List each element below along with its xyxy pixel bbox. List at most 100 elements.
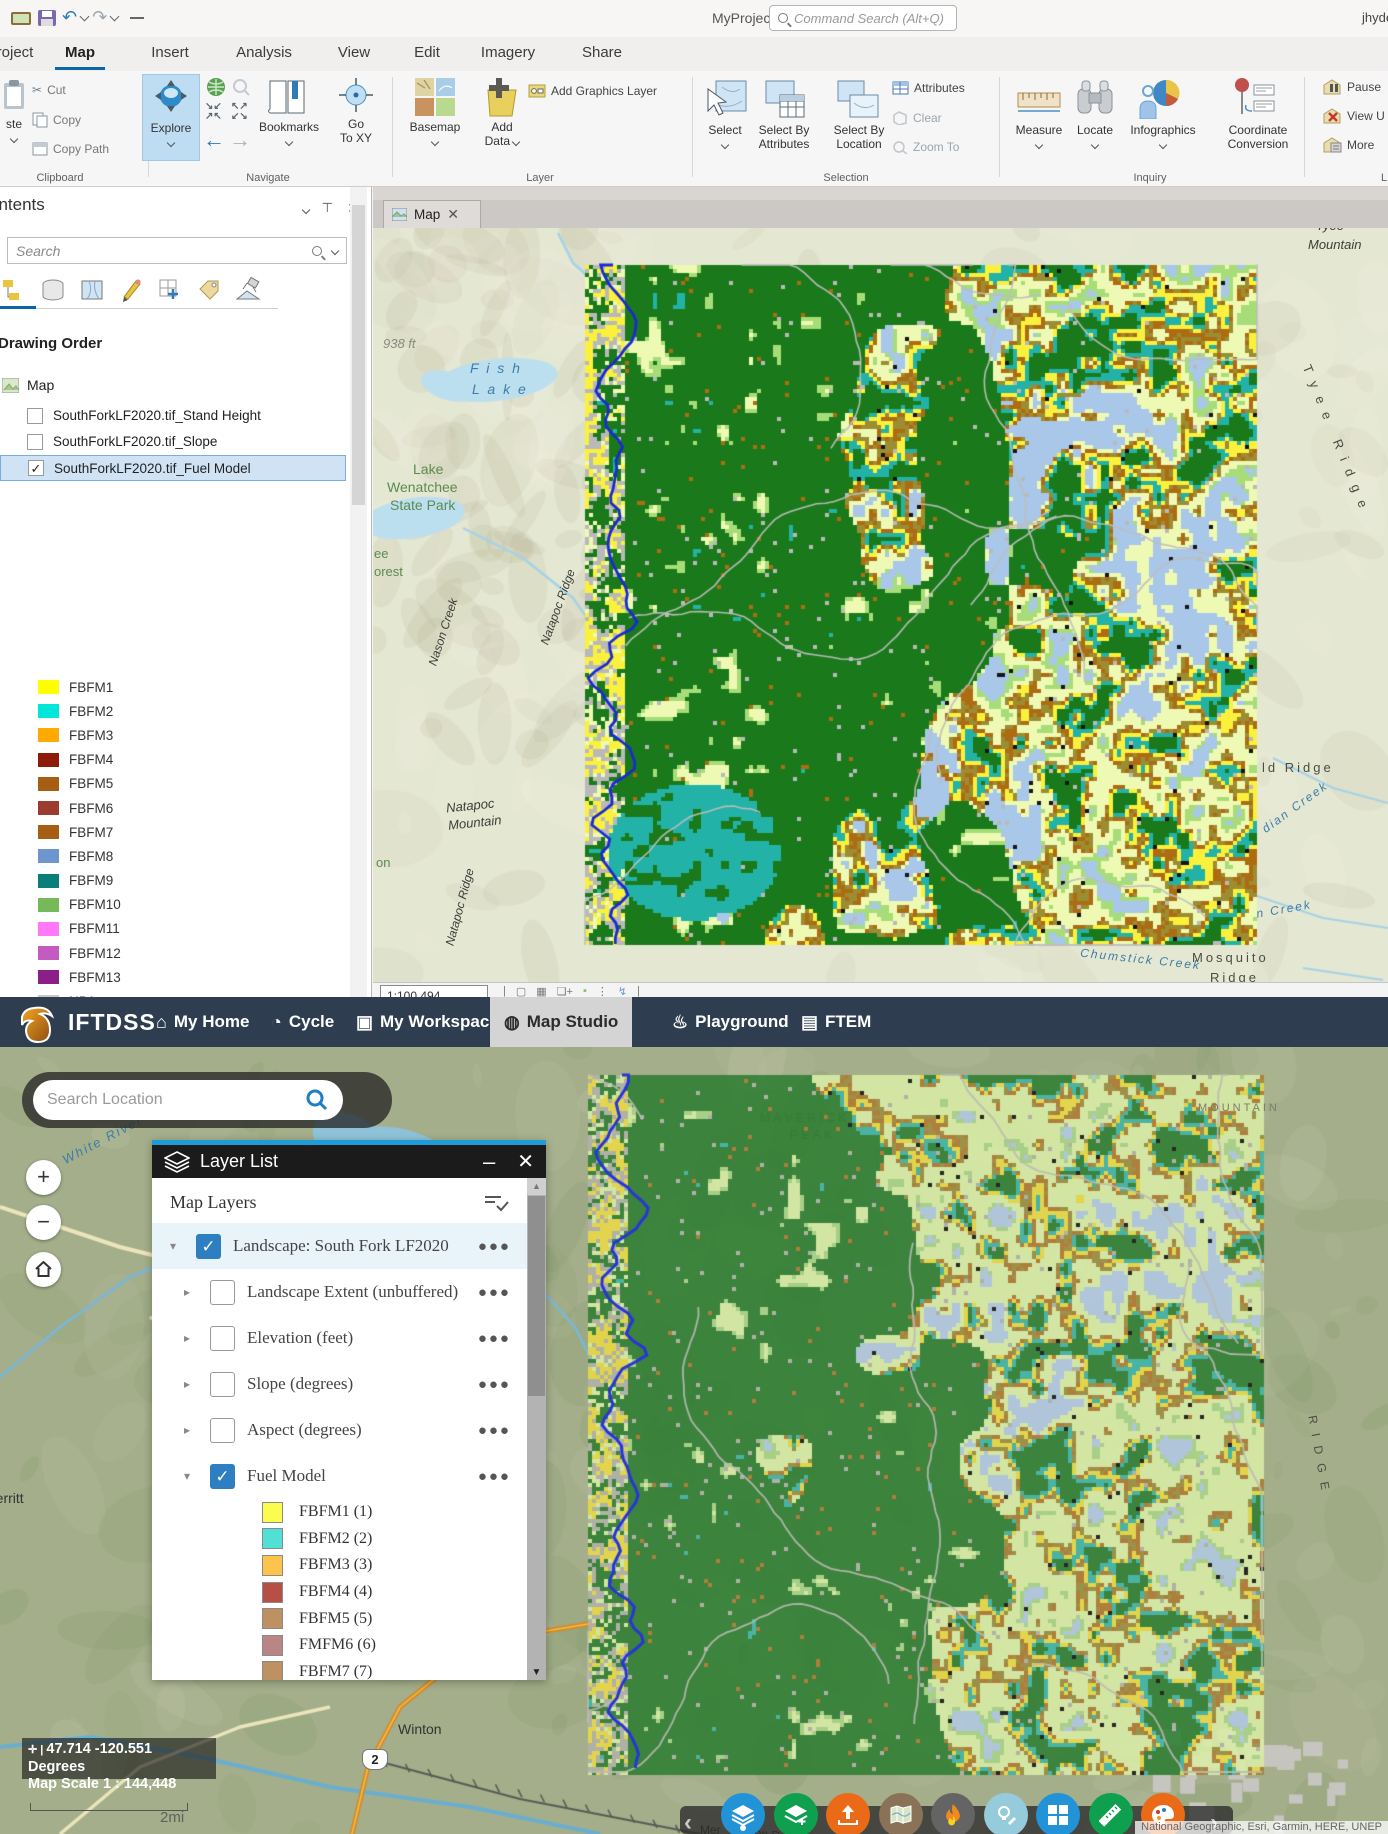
toolbar-upload-button[interactable]: [826, 1793, 870, 1834]
toolbar-prev-icon[interactable]: ‹: [684, 1809, 692, 1834]
infographics-icon[interactable]: [1136, 79, 1184, 119]
add-graphics-layer-button[interactable]: Add Graphics Layer: [528, 84, 657, 98]
select-button[interactable]: Select: [700, 123, 750, 151]
zoom-out-button[interactable]: −: [26, 1205, 61, 1240]
list-by-selection-icon[interactable]: [78, 277, 105, 304]
close-map-tab-icon[interactable]: ✕: [447, 206, 459, 223]
redo-dropdown[interactable]: [109, 11, 120, 21]
contents-search[interactable]: Search: [7, 237, 347, 264]
iftdss-logo[interactable]: IFTDSS: [16, 1001, 156, 1043]
go-to-xy-icon[interactable]: [338, 77, 374, 113]
user-account[interactable]: jhyde_ui: [1362, 10, 1388, 25]
filter-layers-icon[interactable]: [483, 1193, 509, 1213]
list-by-charts-icon[interactable]: [234, 277, 261, 304]
toolbar-notes-button[interactable]: [984, 1793, 1028, 1834]
locate-button[interactable]: Locate: [1070, 123, 1120, 151]
view-unplaced-button[interactable]: View U: [1322, 108, 1385, 124]
ribbon-tab-imagery[interactable]: Imagery: [475, 37, 541, 71]
layer-list-scrollbar[interactable]: ▲ ▼: [527, 1178, 546, 1680]
bookmarks-button[interactable]: Bookmarks: [253, 120, 325, 148]
search-location-input[interactable]: Search Location: [33, 1080, 343, 1120]
paste-button[interactable]: ste: [0, 117, 28, 145]
arcgis-map-canvas-wrap[interactable]: 938 ft F i s hL a k e Lake Wenatchee State P…: [373, 228, 1388, 982]
attributes-button[interactable]: Attributes: [892, 81, 965, 95]
layer-list-row[interactable]: ▸ Elevation (feet) ●●●: [152, 1315, 527, 1361]
zoom-in-button[interactable]: +: [26, 1160, 61, 1195]
pause-labeling-button[interactable]: Pause: [1322, 79, 1381, 95]
full-extent-icon[interactable]: [205, 76, 227, 98]
add-data-button[interactable]: Add Data: [478, 120, 526, 148]
explore-button[interactable]: Explore: [142, 74, 200, 161]
home-extent-button[interactable]: [26, 1252, 61, 1287]
basemap-icon[interactable]: [414, 77, 456, 117]
layer-list-row[interactable]: ▾ ✓ Landscape: South Fork LF2020 ●●●: [152, 1223, 527, 1269]
pin-icon[interactable]: ⊤: [322, 200, 333, 216]
close-panel-icon[interactable]: ✕: [517, 1149, 534, 1174]
list-by-data-source-icon[interactable]: [39, 277, 66, 304]
search-go-icon[interactable]: [305, 1088, 329, 1112]
layer-item[interactable]: ✓ SouthForkLF2020.tif_Fuel Model: [0, 455, 346, 481]
arcgis-map[interactable]: [373, 228, 1388, 982]
bookmarks-icon[interactable]: [266, 77, 310, 117]
nav-my-workspace[interactable]: ▣ My Workspace: [356, 997, 499, 1047]
list-by-snapping-icon[interactable]: [156, 277, 183, 304]
zoom-extent-icon[interactable]: ↖↗ ↙↘: [231, 102, 253, 124]
ribbon-tab-analysis[interactable]: Analysis: [228, 37, 300, 71]
layer-list-header[interactable]: Layer List – ✕: [152, 1145, 546, 1178]
undo-dropdown[interactable]: [79, 11, 90, 21]
toolbar-page-dot[interactable]: [740, 1825, 746, 1831]
map-root-item[interactable]: Map: [2, 377, 54, 393]
copy-path-button[interactable]: Copy Path: [32, 141, 109, 157]
command-search[interactable]: Command Search (Alt+Q): [769, 5, 957, 31]
layer-list-row[interactable]: ▾ ✓ Fuel Model ●●●: [152, 1453, 527, 1499]
ribbon-tab-share[interactable]: Share: [576, 37, 628, 71]
undo-icon[interactable]: ↶: [62, 7, 77, 28]
nav-map-studio[interactable]: ◍ Map Studio: [490, 997, 633, 1047]
ribbon-tab-edit[interactable]: Edit: [405, 37, 449, 71]
zoom-to-selection-button[interactable]: Zoom To: [892, 140, 959, 154]
zoom-selection-icon[interactable]: ↘↙ ↗↖: [205, 102, 227, 124]
basemap-button[interactable]: Basemap: [404, 120, 466, 148]
customize-qat-icon[interactable]: [130, 16, 145, 19]
map-view-tab[interactable]: Map ✕: [383, 200, 481, 228]
statusbar-icons[interactable]: | ▢ ▦ ❏+ ▪ ⋮ ↯ |: [503, 985, 640, 997]
list-by-labeling-icon[interactable]: [195, 277, 222, 304]
map-scale-input[interactable]: 1:100,494: [380, 985, 488, 997]
coordinate-conversion-button[interactable]: Coordinate Conversion: [1218, 123, 1298, 151]
minimize-panel-icon[interactable]: –: [483, 1150, 495, 1172]
more-labeling-button[interactable]: More: [1322, 137, 1374, 153]
previous-extent-icon[interactable]: ←: [203, 127, 225, 153]
toolbar-measure-button[interactable]: [1089, 1793, 1133, 1834]
measure-button[interactable]: Measure: [1010, 123, 1068, 151]
list-by-editing-icon[interactable]: [117, 277, 144, 304]
list-by-drawing-order-icon[interactable]: [0, 277, 27, 304]
toolbar-add-layers-button[interactable]: [774, 1793, 818, 1834]
next-extent-icon[interactable]: →: [229, 127, 251, 153]
layer-list-row[interactable]: ▸ Slope (degrees) ●●●: [152, 1361, 527, 1407]
nav-my-home[interactable]: ⌂ My Home: [156, 997, 249, 1047]
go-to-xy-button[interactable]: Go To XY: [328, 117, 384, 145]
select-by-attributes-icon[interactable]: [762, 79, 806, 119]
layer-item[interactable]: SouthForkLF2020.tif_Stand Height: [0, 403, 346, 428]
clear-selection-button[interactable]: Clear: [892, 111, 942, 125]
layer-list-row[interactable]: ▸ Aspect (degrees) ●●●: [152, 1407, 527, 1453]
open-project-icon[interactable]: [10, 9, 32, 27]
ribbon-tab-map[interactable]: Map: [55, 37, 105, 71]
nav-ftem[interactable]: ▤ FTEM: [801, 997, 871, 1047]
layer-list-row[interactable]: ▸ Landscape Extent (unbuffered) ●●●: [152, 1269, 527, 1315]
copy-button[interactable]: Copy: [32, 112, 81, 128]
save-icon[interactable]: [36, 9, 58, 27]
add-data-icon[interactable]: [482, 76, 522, 118]
measure-icon[interactable]: [1016, 85, 1062, 113]
toolbar-fire-button[interactable]: [931, 1793, 975, 1834]
select-by-location-icon[interactable]: [836, 79, 880, 119]
contents-scrollbar[interactable]: [350, 187, 367, 997]
contents-collapse-icon[interactable]: [301, 200, 311, 218]
redo-icon[interactable]: ↷: [92, 7, 107, 28]
select-icon[interactable]: [702, 79, 748, 119]
nav-playground[interactable]: ♨ Playground: [672, 997, 789, 1047]
ribbon-tab-insert[interactable]: Insert: [140, 37, 200, 71]
cut-button[interactable]: ✂ Cut: [32, 83, 66, 97]
toolbar-basemap-button[interactable]: [879, 1793, 923, 1834]
ribbon-tab-view[interactable]: View: [330, 37, 378, 71]
